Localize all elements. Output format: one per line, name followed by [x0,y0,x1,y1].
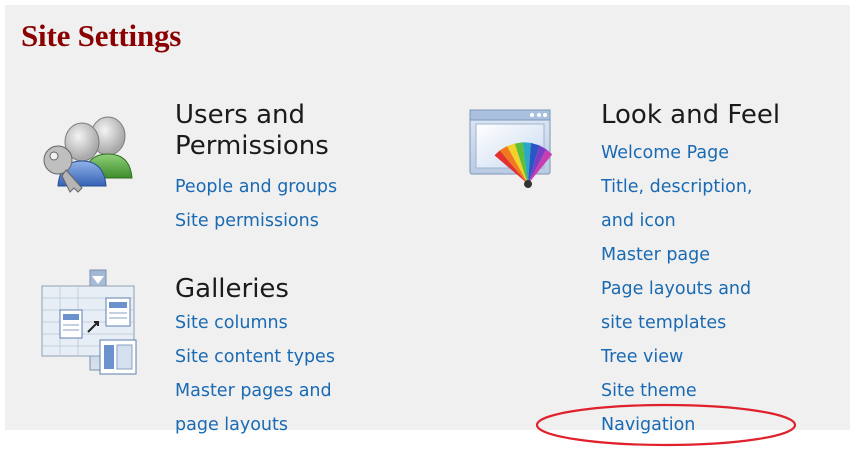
galleries-links: Site columns Site content types Master p… [175,306,335,442]
link-master-pages-and-page-layouts[interactable]: Master pages and page layouts [175,374,335,442]
galleries-section-title: Galleries [175,274,289,304]
palette-window-icon [468,108,578,194]
users-key-icon [38,104,138,196]
users-links: People and groups Site permissions [175,170,337,238]
link-site-theme[interactable]: Site theme [601,374,753,408]
link-site-content-types[interactable]: Site content types [175,340,335,374]
link-site-columns[interactable]: Site columns [175,306,335,340]
look-and-feel-section-title: Look and Feel [601,100,781,130]
link-navigation[interactable]: Navigation [601,408,753,442]
link-site-permissions[interactable]: Site permissions [175,204,337,238]
users-section-title: Users and Permissions [175,100,329,161]
link-people-and-groups[interactable]: People and groups [175,170,337,204]
page-title: Site Settings [21,18,182,53]
link-master-page[interactable]: Master page [601,238,753,272]
look-and-feel-links: Welcome Page Title, description, and ico… [601,136,753,442]
gallery-icon [40,268,145,380]
link-tree-view[interactable]: Tree view [601,340,753,374]
link-title-description-and-icon[interactable]: Title, description, and icon [601,170,753,238]
link-page-layouts-and-site-templates[interactable]: Page layouts and site templates [601,272,753,340]
link-welcome-page[interactable]: Welcome Page [601,136,753,170]
